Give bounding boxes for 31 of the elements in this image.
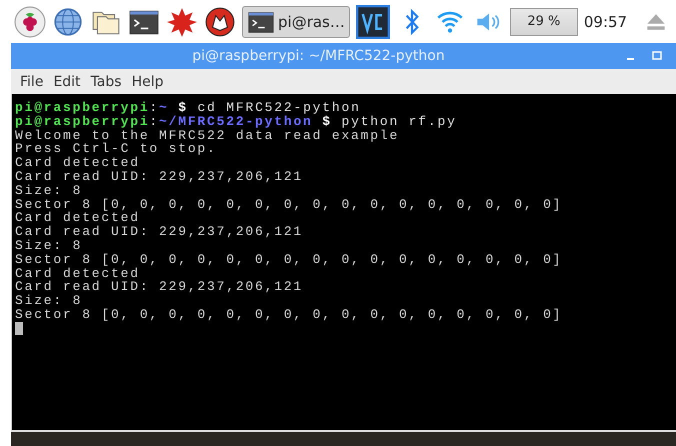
output-line: Card read UID: 229,237,206,121 (15, 280, 304, 294)
output-line: Card read UID: 229,237,206,121 (15, 225, 304, 239)
window-title: pi@raspberrypi: ~/MFRC522-python (191, 48, 446, 64)
output-line: Press Ctrl-C to stop. (15, 142, 217, 156)
clock[interactable]: 09:57 (584, 12, 628, 30)
output-line: Card detected (15, 266, 140, 280)
output-line: Size: 8 (15, 184, 82, 198)
text-cursor (15, 322, 23, 335)
menu-item[interactable]: Help (132, 74, 164, 90)
starburst-icon[interactable] (166, 6, 198, 38)
output-line: Card detected (15, 211, 140, 226)
menu-item[interactable]: Tabs (90, 74, 122, 90)
output-line: Card detected (15, 156, 140, 170)
prompt-line: pi@raspberrypi:~/MFRC522-python $ python rf.py (15, 114, 457, 129)
menu-item[interactable]: Edit (53, 74, 81, 90)
globe-icon[interactable] (52, 6, 84, 38)
cpu-monitor[interactable]: 29 % (510, 8, 578, 36)
vnc-icon[interactable] (356, 4, 390, 38)
raspberry-icon[interactable] (14, 6, 46, 38)
wolf-icon[interactable] (204, 6, 236, 38)
output-line: Sector 8 [0, 0, 0, 0, 0, 0, 0, 0, 0, 0, 0, 0, 0, 0, 0, 0] (15, 252, 562, 267)
output-line: Sector 8 [0, 0, 0, 0, 0, 0, 0, 0, 0, 0, 0, 0, 0, 0, 0, 0] (15, 198, 562, 212)
output-line: Welcome to the MFRC522 data read example (15, 128, 400, 142)
prompt-line: pi@raspberrypi:~ $ cd MFRC522-python (15, 101, 361, 115)
output-line: Size: 8 (15, 238, 82, 253)
maximize-icon[interactable] (652, 51, 662, 61)
output-line: Size: 8 (15, 294, 82, 308)
output-line: Sector 8 [0, 0, 0, 0, 0, 0, 0, 0, 0, 0, 0, 0, 0, 0, 0, 0] (15, 308, 562, 322)
menu-item[interactable]: File (20, 74, 44, 90)
task-button[interactable]: pi@ras… (242, 6, 350, 38)
output-line: Card read UID: 229,237,206,121 (15, 170, 304, 184)
